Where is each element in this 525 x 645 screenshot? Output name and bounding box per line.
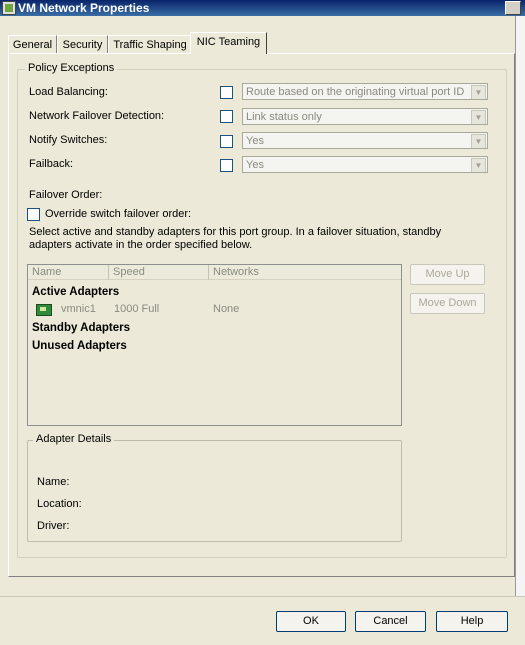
adapter-name-label: Name: [37, 476, 70, 488]
adapter-row[interactable]: vmnic1 1000 Full None [28, 301, 401, 318]
network-failover-detection-checkbox[interactable] [220, 110, 233, 123]
nic-icon-chip [40, 307, 46, 311]
failback-checkbox[interactable] [220, 159, 233, 172]
column-header-networks[interactable]: Networks [209, 265, 401, 280]
cancel-button[interactable]: Cancel [355, 611, 426, 632]
tab-label: Traffic Shaping [113, 39, 187, 51]
column-header-speed[interactable]: Speed [109, 265, 209, 280]
policy-exceptions-title: Policy Exceptions [25, 62, 118, 74]
adapter-details-title: Adapter Details [33, 433, 115, 445]
adapter-driver-label: Driver: [37, 520, 70, 532]
network-failover-detection-label: Network Failover Detection: [29, 110, 165, 122]
tab-label: General [12, 39, 53, 51]
adapters-list[interactable]: Name Speed Networks Active Adapters vmni… [27, 264, 402, 426]
adapter-speed: 1000 Full [114, 303, 160, 315]
tab-nic-teaming[interactable]: NIC Teaming [190, 32, 267, 54]
column-header-name[interactable]: Name [28, 265, 109, 280]
move-down-button[interactable]: Move Down [410, 293, 485, 314]
tab-security[interactable]: Security [57, 35, 108, 54]
tab-label: NIC Teaming [196, 36, 261, 48]
ok-button[interactable]: OK [276, 611, 346, 632]
help-button[interactable]: Help [436, 611, 508, 632]
network-failover-detection-value: Link status only [246, 111, 322, 123]
tab-label: Security [62, 39, 103, 51]
tab-traffic-shaping[interactable]: Traffic Shaping [108, 35, 192, 54]
failback-select[interactable]: Yes ▼ [242, 156, 488, 173]
adapter-networks: None [213, 303, 240, 315]
load-balancing-checkbox[interactable] [220, 86, 233, 99]
load-balancing-label: Load Balancing: [29, 86, 108, 98]
adapter-location-label: Location: [37, 498, 82, 510]
footer-separator [0, 596, 525, 597]
failover-description: Select active and standby adapters for t… [29, 226, 442, 251]
override-failover-order-label: Override switch failover order: [45, 208, 192, 220]
override-failover-order-checkbox[interactable] [27, 208, 40, 221]
active-adapters-header: Active Adapters [32, 286, 120, 298]
chevron-down-icon: ▼ [471, 158, 486, 172]
adapter-details-group [27, 440, 402, 542]
failover-order-label: Failover Order: [29, 189, 103, 201]
load-balancing-value: Route based on the originating virtual p… [246, 86, 465, 98]
notify-switches-label: Notify Switches: [29, 134, 108, 146]
notify-switches-value: Yes [246, 135, 264, 147]
network-failover-detection-select[interactable]: Link status only ▼ [242, 108, 488, 125]
chevron-down-icon: ▼ [471, 134, 486, 148]
chevron-down-icon: ▼ [471, 110, 486, 124]
notify-switches-checkbox[interactable] [220, 135, 233, 148]
unused-adapters-header: Unused Adapters [32, 340, 127, 352]
chevron-down-icon: ▼ [471, 85, 486, 99]
vm-network-icon [2, 1, 16, 15]
window-title: VM Network Properties [18, 1, 150, 15]
load-balancing-select[interactable]: Route based on the originating virtual p… [242, 83, 488, 100]
move-up-button[interactable]: Move Up [410, 264, 485, 285]
adapter-name: vmnic1 [61, 303, 96, 315]
background-window-edge [515, 16, 525, 596]
notify-switches-select[interactable]: Yes ▼ [242, 132, 488, 149]
title-bar: VM Network Properties [0, 0, 525, 16]
close-button[interactable] [505, 1, 521, 15]
failback-label: Failback: [29, 158, 74, 170]
standby-adapters-header: Standby Adapters [32, 322, 130, 334]
nic-icon [36, 304, 52, 316]
failback-value: Yes [246, 159, 264, 171]
tab-general[interactable]: General [8, 35, 57, 54]
